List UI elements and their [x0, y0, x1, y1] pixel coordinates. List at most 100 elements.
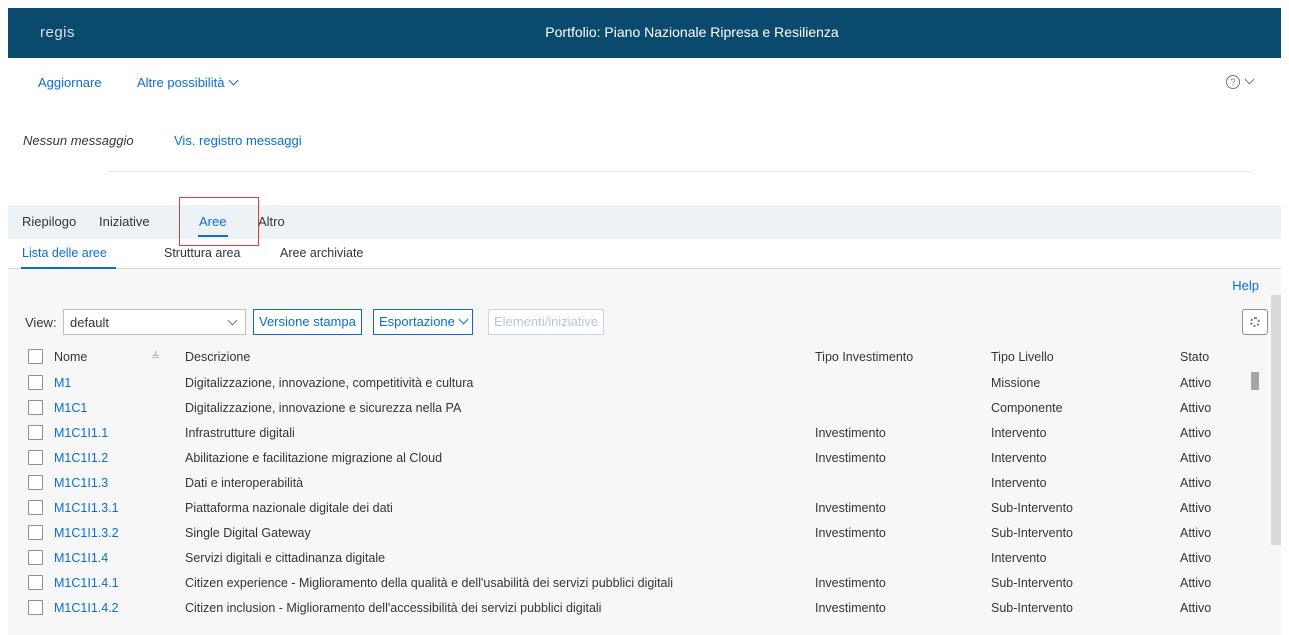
- chevron-down-icon: [227, 315, 238, 326]
- row-description: Piattaforma nazionale digitale dei dati: [185, 501, 393, 515]
- row-description: Infrastrutture digitali: [185, 426, 295, 440]
- row-status: Attivo: [1180, 476, 1212, 490]
- row-investment-type: Investimento: [815, 601, 886, 615]
- row-checkbox[interactable]: [28, 375, 43, 390]
- export-label: Esportazione: [379, 314, 455, 329]
- table-settings-button[interactable]: [1242, 309, 1268, 335]
- tab-aree[interactable]: Aree: [199, 214, 226, 229]
- row-checkbox[interactable]: [28, 425, 43, 440]
- row-checkbox[interactable]: [28, 575, 43, 590]
- row-checkbox[interactable]: [28, 400, 43, 415]
- tab-riepilogo[interactable]: Riepilogo: [22, 214, 76, 229]
- table-header-row: Nome ≜ Descrizione Tipo Investimento Tip…: [8, 343, 1256, 371]
- message-log-link[interactable]: Vis. registro messaggi: [174, 133, 302, 148]
- column-header-status[interactable]: Stato: [1180, 350, 1209, 364]
- sort-icon[interactable]: ≜: [151, 350, 161, 363]
- table-row[interactable]: M1C1I1.4 Servizi digitali e cittadinanza …: [8, 546, 1256, 571]
- subtab-struttura-area[interactable]: Struttura area: [164, 246, 240, 260]
- row-level-type: Intervento: [991, 476, 1047, 490]
- shell-header: regis Portfolio: Piano Nazionale Ripresa…: [8, 8, 1281, 58]
- subtab-bar: Lista delle aree Struttura area Aree arc…: [8, 239, 1281, 269]
- row-investment-type: Investimento: [815, 426, 886, 440]
- tab-iniziative[interactable]: Iniziative: [99, 214, 150, 229]
- table-row[interactable]: M1C1I1.4.2 Citizen inclusion - Migliorame…: [8, 596, 1256, 621]
- row-description: Abilitazione e facilitazione migrazione …: [185, 451, 443, 465]
- table-row[interactable]: M1C1I1.3.1 Piattaforma nazionale digitale…: [8, 496, 1256, 521]
- table-row[interactable]: M1 Digitalizzazione, innovazione, competi…: [8, 371, 1256, 396]
- row-checkbox[interactable]: [28, 500, 43, 515]
- table-body: M1 Digitalizzazione, innovazione, competi…: [8, 371, 1256, 621]
- row-status: Attivo: [1180, 576, 1212, 590]
- row-checkbox[interactable]: [28, 600, 43, 615]
- tab-altro[interactable]: Altro: [258, 214, 285, 229]
- table-row[interactable]: M1C1 Digitalizzazione, innovazione e sicu…: [8, 396, 1256, 421]
- divider: [108, 171, 1251, 172]
- more-options-button[interactable]: Altre possibilità: [137, 75, 239, 90]
- row-name-link[interactable]: M1C1I1.3.2: [54, 526, 119, 540]
- row-investment-type: Investimento: [815, 526, 886, 540]
- row-checkbox[interactable]: [28, 450, 43, 465]
- row-status: Attivo: [1180, 401, 1212, 415]
- row-investment-type: Investimento: [815, 576, 886, 590]
- row-level-type: Sub-Intervento: [991, 601, 1073, 615]
- message-bar: Nessun messaggio Vis. registro messaggi: [8, 108, 1281, 172]
- subtab-lista-aree[interactable]: Lista delle aree: [22, 246, 107, 260]
- help-menu-button[interactable]: ?: [1226, 74, 1255, 89]
- areas-list-panel: Help View: default Versione stampa Espor…: [8, 269, 1281, 635]
- row-level-type: Sub-Intervento: [991, 526, 1073, 540]
- scrollbar-thumb[interactable]: [1251, 372, 1259, 390]
- row-name-link[interactable]: M1C1I1.2: [54, 451, 108, 465]
- row-description: Servizi digitali e cittadinanza digitale: [185, 551, 386, 565]
- row-level-type: Missione: [991, 376, 1041, 390]
- row-level-type: Intervento: [991, 426, 1047, 440]
- row-description: Citizen experience - Miglioramento della…: [185, 576, 674, 590]
- row-checkbox[interactable]: [28, 525, 43, 540]
- view-select[interactable]: default: [63, 309, 246, 335]
- page-scrollbar[interactable]: [1271, 295, 1281, 545]
- row-status: Attivo: [1180, 526, 1212, 540]
- row-level-type: Sub-Intervento: [991, 501, 1073, 515]
- table-row[interactable]: M1C1I1.3 Dati e interoperabilità Intervent…: [8, 471, 1256, 496]
- table-row[interactable]: M1C1I1.3.2 Single Digital Gateway Investi…: [8, 521, 1256, 546]
- row-level-type: Intervento: [991, 551, 1047, 565]
- help-link[interactable]: Help: [1232, 278, 1259, 293]
- column-header-investment-type[interactable]: Tipo Investimento: [815, 350, 913, 364]
- table-row[interactable]: M1C1I1.4.1 Citizen experience - Miglioram…: [8, 571, 1256, 596]
- row-name-link[interactable]: M1: [54, 376, 71, 390]
- refresh-button[interactable]: Aggiornare: [38, 75, 102, 90]
- column-header-description[interactable]: Descrizione: [185, 350, 250, 364]
- row-investment-type: Investimento: [815, 451, 886, 465]
- more-options-label: Altre possibilità: [137, 75, 225, 90]
- row-status: Attivo: [1180, 451, 1212, 465]
- question-icon: ?: [1226, 75, 1240, 89]
- row-level-type: Componente: [991, 401, 1063, 415]
- selected-tab-indicator: [198, 235, 228, 237]
- row-description: Digitalizzazione, innovazione e sicurezz…: [185, 401, 462, 415]
- row-name-link[interactable]: M1C1I1.3.1: [54, 501, 119, 515]
- table-row[interactable]: M1C1I1.2 Abilitazione e facilitazione mig…: [8, 446, 1256, 471]
- print-version-button[interactable]: Versione stampa: [253, 309, 362, 335]
- row-description: Single Digital Gateway: [185, 526, 311, 540]
- subtab-aree-archiviate[interactable]: Aree archiviate: [280, 246, 363, 260]
- row-description: Dati e interoperabilità: [185, 476, 304, 490]
- column-header-level-type[interactable]: Tipo Livello: [991, 350, 1054, 364]
- row-name-link[interactable]: M1C1: [54, 401, 87, 415]
- table-scrollbar[interactable]: [1251, 369, 1259, 635]
- chevron-down-icon: [458, 314, 469, 325]
- row-checkbox[interactable]: [28, 475, 43, 490]
- row-name-link[interactable]: M1C1I1.4: [54, 551, 108, 565]
- areas-table: Nome ≜ Descrizione Tipo Investimento Tip…: [8, 343, 1256, 621]
- row-name-link[interactable]: M1C1I1.4.2: [54, 601, 119, 615]
- row-name-link[interactable]: M1C1I1.3: [54, 476, 108, 490]
- row-name-link[interactable]: M1C1I1.1: [54, 426, 108, 440]
- table-row[interactable]: M1C1I1.1 Infrastrutture digitali Investime…: [8, 421, 1256, 446]
- page-title: Portfolio: Piano Nazionale Ripresa e Res…: [545, 24, 839, 40]
- select-all-checkbox[interactable]: [28, 349, 43, 364]
- column-header-name[interactable]: Nome: [54, 350, 87, 364]
- elements-initiatives-button[interactable]: Elementi/iniziative: [488, 309, 605, 335]
- row-name-link[interactable]: M1C1I1.4.1: [54, 576, 119, 590]
- chevron-down-icon: [228, 75, 239, 86]
- row-checkbox[interactable]: [28, 550, 43, 565]
- export-button[interactable]: Esportazione: [373, 309, 473, 335]
- view-label: View:: [25, 315, 57, 330]
